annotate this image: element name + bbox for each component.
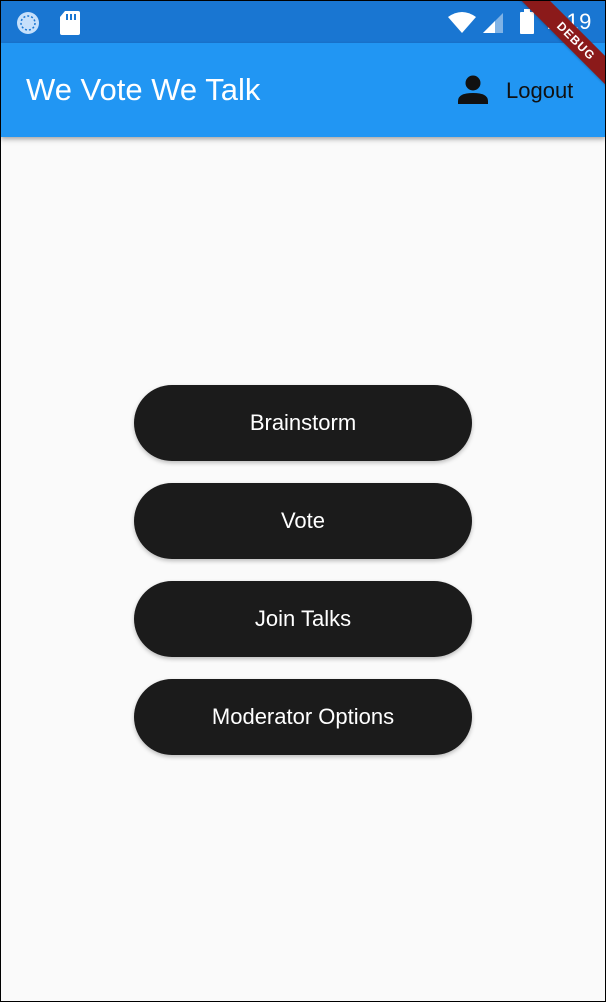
vote-button[interactable]: Vote xyxy=(134,483,472,559)
status-bar: 2:19 xyxy=(1,1,605,43)
sd-card-icon xyxy=(59,10,81,41)
main-menu: Brainstorm Vote Join Talks Moderator Opt… xyxy=(134,385,472,777)
logout-button[interactable]: Logout xyxy=(449,43,595,137)
sync-icon xyxy=(15,10,41,41)
moderator-options-button[interactable]: Moderator Options xyxy=(134,679,472,755)
signal-icon xyxy=(481,12,505,39)
logout-label: Logout xyxy=(506,78,574,103)
brainstorm-button[interactable]: Brainstorm xyxy=(134,385,472,461)
app-bar: We Vote We Talk Logout xyxy=(1,43,605,137)
app-title: We Vote We Talk xyxy=(26,72,261,107)
join-talks-button[interactable]: Join Talks xyxy=(134,581,472,657)
wifi-icon xyxy=(447,12,477,39)
person-icon xyxy=(457,75,489,110)
battery-icon xyxy=(519,9,535,40)
app-screen: 2:19 We Vote We Talk Logout DEBUG Brains… xyxy=(0,0,606,1002)
